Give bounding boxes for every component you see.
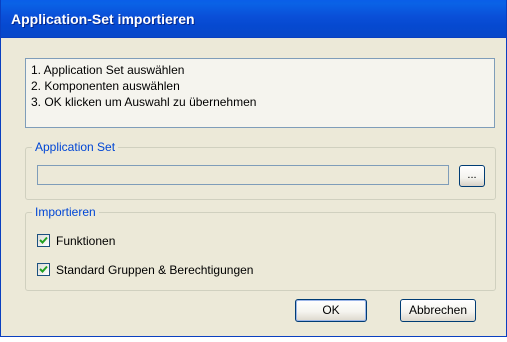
instruction-line: 2. Komponenten auswählen xyxy=(31,79,180,93)
functions-checkbox[interactable] xyxy=(37,234,50,248)
standard-groups-checkbox[interactable] xyxy=(37,263,50,277)
ok-button[interactable]: OK xyxy=(295,299,367,322)
import-group: Importieren Funktionen Standard Gruppen … xyxy=(25,205,496,291)
instruction-line: 3. OK klicken um Auswahl zu übernehmen xyxy=(31,95,257,109)
application-set-group: Application Set ... xyxy=(25,140,496,200)
functions-label: Funktionen xyxy=(56,234,116,248)
window-title: Application-Set importieren xyxy=(11,11,195,27)
checkmark-icon xyxy=(39,237,48,245)
instruction-line: 1. Application Set auswählen xyxy=(31,63,185,77)
checkmark-icon xyxy=(39,266,48,274)
standard-groups-option[interactable]: Standard Gruppen & Berechtigungen xyxy=(37,262,253,278)
dialog-body: 1. Application Set auswählen 2. Komponen… xyxy=(5,38,500,331)
import-dialog: Application-Set importieren 1. Applicati… xyxy=(0,0,507,337)
browse-button[interactable]: ... xyxy=(459,165,485,187)
import-legend: Importieren xyxy=(32,205,99,219)
standard-groups-label: Standard Gruppen & Berechtigungen xyxy=(56,263,254,277)
functions-option[interactable]: Funktionen xyxy=(37,233,115,249)
title-bar[interactable]: Application-Set importieren xyxy=(1,0,506,38)
application-set-path-field[interactable] xyxy=(37,165,449,185)
instructions-box: 1. Application Set auswählen 2. Komponen… xyxy=(25,58,495,128)
cancel-button[interactable]: Abbrechen xyxy=(400,299,476,322)
application-set-legend: Application Set xyxy=(32,140,119,154)
